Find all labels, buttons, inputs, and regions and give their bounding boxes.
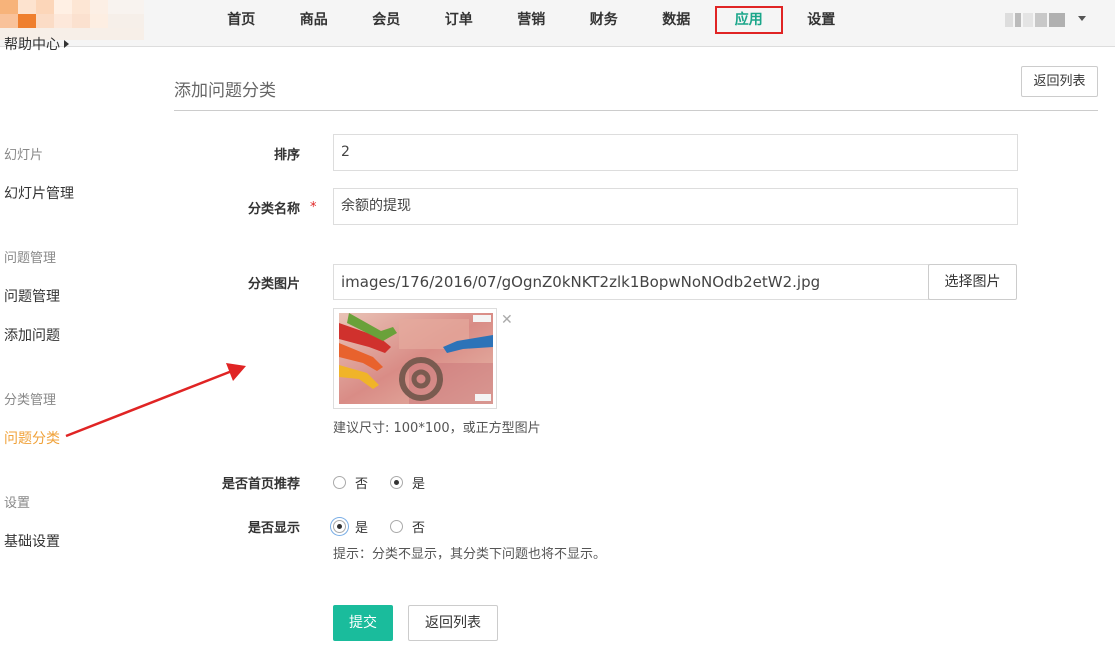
remove-image-icon[interactable]: ✕: [501, 312, 513, 328]
nav-data[interactable]: 数据: [640, 0, 713, 40]
homepage-recommend-group: 否 是: [333, 473, 447, 492]
show-no-label: 否: [412, 521, 426, 536]
category-image-label: 分类图片: [247, 277, 300, 292]
nav-marketing[interactable]: 营销: [495, 0, 568, 40]
nav-home[interactable]: 首页: [205, 0, 278, 40]
caret-down-icon[interactable]: [1078, 16, 1086, 21]
sidebar-group-slides: 幻灯片: [4, 148, 44, 163]
sidebar-item-add-question[interactable]: 添加问题: [4, 325, 60, 345]
top-navbar: 首页 商品 会员 订单 营销 财务 数据 应用 设置: [0, 0, 1115, 47]
homepage-recommend-label: 是否首页推荐: [221, 477, 300, 492]
title-divider: [174, 110, 1098, 111]
select-image-button[interactable]: 选择图片: [928, 264, 1017, 300]
back-to-list-bottom-button[interactable]: 返回列表: [408, 605, 498, 641]
back-to-list-button[interactable]: 返回列表: [1021, 66, 1098, 97]
recommend-yes-radio[interactable]: [390, 476, 404, 489]
category-name-input[interactable]: 余额的提现: [333, 188, 1018, 225]
recommend-no-label: 否: [355, 477, 369, 492]
nav-apps-label: 应用: [714, 6, 783, 34]
sidebar-group-settings: 设置: [4, 496, 31, 511]
image-preview: [333, 308, 497, 409]
required-mark: *: [310, 200, 317, 215]
user-menu[interactable]: [1005, 13, 1065, 27]
show-yes-radio[interactable]: [333, 520, 346, 533]
nav-finance[interactable]: 财务: [568, 0, 641, 40]
page-title: 添加问题分类: [174, 81, 276, 101]
recommend-yes-label: 是: [412, 477, 426, 492]
sidebar-help-center[interactable]: 帮助中心: [4, 34, 69, 54]
sidebar-item-basic-settings[interactable]: 基础设置: [4, 531, 60, 551]
nav-members[interactable]: 会员: [350, 0, 423, 40]
main-nav: 首页 商品 会员 订单 营销 财务 数据 应用 设置: [205, 0, 858, 40]
nav-goods[interactable]: 商品: [278, 0, 351, 40]
nav-settings[interactable]: 设置: [785, 0, 858, 40]
show-no-radio[interactable]: [390, 520, 404, 533]
sidebar-item-question-manage[interactable]: 问题管理: [4, 286, 60, 306]
caret-right-icon: [64, 40, 69, 48]
image-thumbnail: [339, 313, 493, 404]
show-yes-label: 是: [355, 521, 369, 536]
nav-orders[interactable]: 订单: [423, 0, 496, 40]
show-hint: 提示：分类不显示，其分类下问题也将不显示。: [333, 547, 607, 562]
show-group: 是 否: [333, 517, 447, 536]
nav-apps[interactable]: 应用: [713, 0, 786, 40]
category-name-label: 分类名称: [247, 202, 300, 217]
sort-label: 排序: [273, 148, 300, 163]
sidebar-group-questions: 问题管理: [4, 251, 57, 266]
show-label: 是否显示: [247, 521, 300, 536]
sort-input[interactable]: 2: [333, 134, 1018, 171]
image-path-input[interactable]: images/176/2016/07/gOgnZ0kNKT2zlk1BopwNo…: [333, 264, 929, 300]
image-size-hint: 建议尺寸: 100*100，或正方型图片: [333, 421, 541, 436]
submit-button[interactable]: 提交: [333, 605, 393, 641]
sidebar-item-question-category[interactable]: 问题分类: [4, 428, 60, 448]
sidebar-group-categories: 分类管理: [4, 393, 57, 408]
sidebar-item-slide-manage[interactable]: 幻灯片管理: [4, 183, 74, 203]
recommend-no-radio[interactable]: [333, 476, 346, 489]
sidebar-help-label: 帮助中心: [4, 37, 60, 53]
